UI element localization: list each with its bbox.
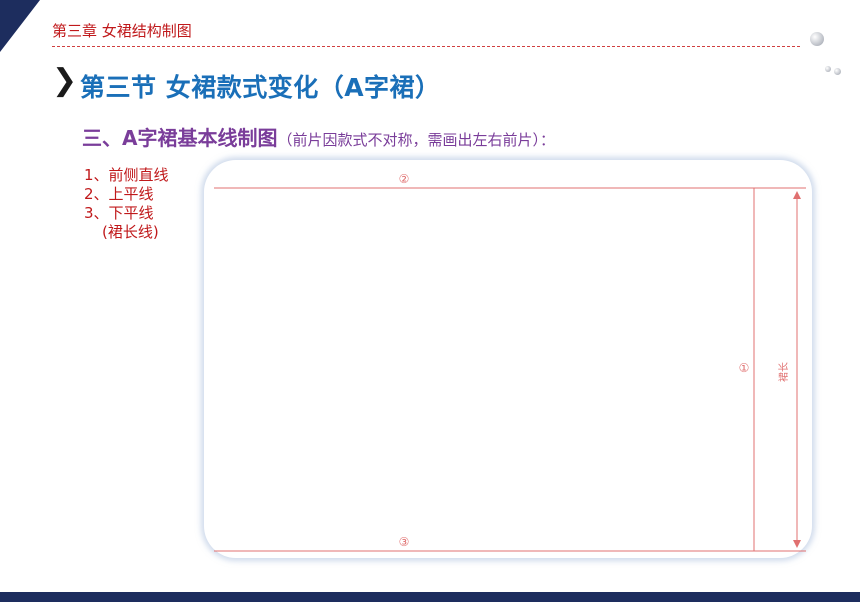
side-line-label: ①: [739, 361, 750, 375]
top-line-label: ②: [399, 172, 410, 186]
dimension-label: 裙长: [777, 362, 790, 382]
footer-bar: [0, 592, 860, 602]
bottom-line-label: ③: [399, 535, 410, 549]
pattern-drawing: ② ③ ① 裙长: [214, 172, 806, 552]
